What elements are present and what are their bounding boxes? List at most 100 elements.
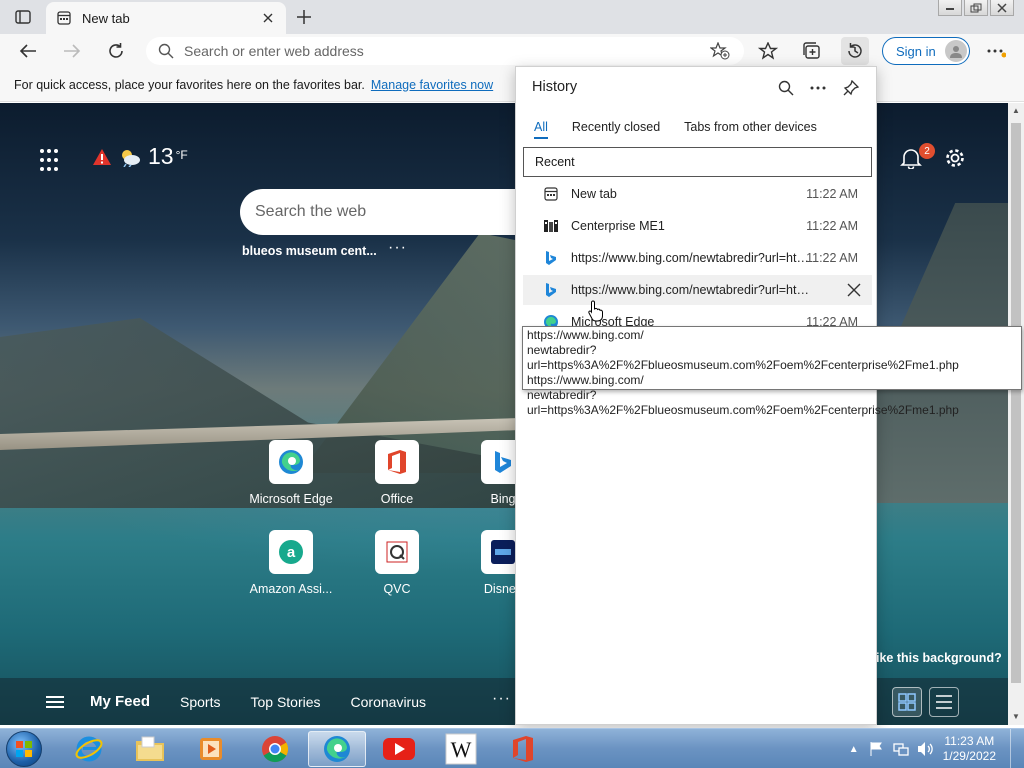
tab-title: New tab: [82, 10, 130, 26]
back-button[interactable]: [14, 37, 42, 65]
feed-tab-sports[interactable]: Sports: [180, 694, 220, 710]
quick-link-office[interactable]: Office: [349, 440, 445, 506]
bing-logo-icon: [495, 451, 511, 473]
network-icon[interactable]: [892, 741, 909, 757]
history-entry-time: 11:22 AM: [806, 187, 858, 201]
volume-icon[interactable]: [917, 741, 935, 757]
menu-hamburger-icon[interactable]: [46, 695, 64, 708]
taskbar-wikipedia[interactable]: W: [432, 731, 490, 767]
tile-label: Bing: [490, 492, 516, 506]
tab-actions-icon: [15, 10, 31, 24]
clock-time: 11:23 AM: [944, 734, 995, 748]
tab-recently-closed[interactable]: Recently closed: [572, 120, 660, 139]
person-icon: [950, 46, 962, 58]
address-input[interactable]: [184, 43, 710, 59]
feed-tab-my-feed[interactable]: My Feed: [90, 693, 150, 710]
system-clock[interactable]: 11:23 AM 1/29/2022: [943, 734, 996, 764]
tooltip-line: https://www.bing.com/: [527, 373, 644, 387]
settings-and-more-button[interactable]: [982, 37, 1010, 65]
gear-icon[interactable]: [944, 147, 966, 169]
tab-other-devices[interactable]: Tabs from other devices: [684, 120, 817, 139]
taskbar-office[interactable]: [494, 731, 552, 767]
action-center-flag-icon[interactable]: [869, 741, 885, 757]
office-icon: [513, 736, 533, 762]
favorites-button[interactable]: [754, 37, 782, 65]
recent-search-chip[interactable]: blueos museum cent...: [242, 244, 377, 258]
history-entry[interactable]: Centerprise ME1 11:22 AM: [523, 211, 872, 241]
quick-link-microsoft-edge[interactable]: Microsoft Edge: [243, 440, 339, 506]
web-search-box[interactable]: [240, 189, 540, 235]
forward-button[interactable]: [58, 37, 86, 65]
clock-date: 1/29/2022: [942, 749, 996, 763]
minimize-icon: [946, 7, 954, 10]
history-entry[interactable]: New tab 11:22 AM: [523, 179, 872, 209]
scroll-down-icon[interactable]: ▼: [1011, 712, 1021, 722]
start-button[interactable]: [6, 731, 42, 767]
taskbar-media-player[interactable]: [182, 731, 240, 767]
restore-button[interactable]: [964, 0, 988, 16]
tab-new-tab[interactable]: New tab: [46, 2, 286, 34]
sign-in-button[interactable]: Sign in: [882, 37, 970, 65]
svg-text:W: W: [451, 737, 472, 762]
history-button[interactable]: [841, 37, 869, 65]
taskbar-internet-explorer[interactable]: [60, 731, 118, 767]
temperature: 13: [148, 143, 174, 169]
url-tooltip: https://www.bing.com/ newtabredir?url=ht…: [522, 326, 1022, 417]
feed-more-icon[interactable]: ···: [492, 690, 511, 708]
history-tabs: All Recently closed Tabs from other devi…: [534, 120, 841, 139]
address-bar[interactable]: [146, 37, 744, 65]
feed-tab-coronavirus[interactable]: Coronavirus: [351, 694, 426, 710]
manage-favorites-link[interactable]: Manage favorites now: [371, 78, 493, 92]
close-tab-icon[interactable]: [260, 10, 276, 26]
collections-button[interactable]: [798, 37, 826, 65]
plus-icon: [297, 10, 311, 24]
temperature-unit: °F: [175, 148, 188, 162]
windows-logo-icon: [16, 741, 32, 757]
taskbar-edge[interactable]: [308, 731, 366, 767]
tab-actions-button[interactable]: [8, 6, 38, 28]
delete-entry-icon[interactable]: [846, 282, 862, 298]
background-feedback-text[interactable]: ike this background?: [876, 651, 1002, 665]
close-window-button[interactable]: [990, 0, 1014, 16]
chrome-icon: [262, 736, 289, 763]
quick-link-qvc[interactable]: QVC: [349, 530, 445, 596]
folder-icon: [136, 736, 164, 761]
history-icon: [848, 43, 862, 58]
show-hidden-icons-icon[interactable]: ▲: [849, 744, 859, 755]
list-view-button[interactable]: [929, 687, 959, 717]
history-title: History: [532, 79, 578, 95]
minimize-button[interactable]: [938, 0, 962, 16]
history-entry[interactable]: https://www.bing.com/newtabredir?url=htt…: [523, 243, 872, 273]
scroll-up-icon[interactable]: ▲: [1011, 106, 1021, 116]
restore-icon: [970, 3, 982, 12]
taskbar-file-explorer[interactable]: [121, 731, 179, 767]
new-tab-button[interactable]: [292, 5, 316, 29]
show-desktop-button[interactable]: [1010, 729, 1024, 768]
grid-view-button[interactable]: [892, 687, 922, 717]
pin-history-button[interactable]: [840, 77, 862, 99]
recent-section-header[interactable]: Recent: [523, 147, 872, 177]
refresh-button[interactable]: [102, 37, 130, 65]
favorites-bar-message: For quick access, place your favorites h…: [14, 77, 365, 92]
tab-all[interactable]: All: [534, 120, 548, 139]
app-launcher-icon[interactable]: [40, 149, 64, 173]
taskbar: W ▲ 11:23 AM 1/29/2022: [0, 728, 1024, 768]
tooltip-line: https://www.bing.com/: [527, 328, 644, 342]
weather-widget[interactable]: 13 °F: [92, 143, 188, 170]
close-icon: [997, 2, 1007, 13]
taskbar-youtube[interactable]: [370, 731, 428, 767]
history-entry[interactable]: https://www.bing.com/newtabredir?url=htt…: [523, 275, 872, 305]
web-search-input[interactable]: [255, 203, 515, 221]
tile-label: Amazon Assi...: [249, 582, 333, 596]
back-arrow-icon: [19, 44, 36, 58]
pin-icon: [843, 80, 859, 96]
list-view-icon: [936, 695, 952, 709]
taskbar-chrome[interactable]: [246, 731, 304, 767]
search-history-button[interactable]: [775, 77, 797, 99]
add-favorite-icon[interactable]: [710, 42, 730, 60]
feed-tab-top-stories[interactable]: Top Stories: [250, 694, 320, 710]
recent-search-more-icon[interactable]: ···: [388, 239, 407, 257]
wikipedia-icon: W: [445, 733, 477, 765]
history-more-options-button[interactable]: [807, 77, 829, 99]
quick-link-amazon-assistant[interactable]: a Amazon Assi...: [243, 530, 339, 596]
